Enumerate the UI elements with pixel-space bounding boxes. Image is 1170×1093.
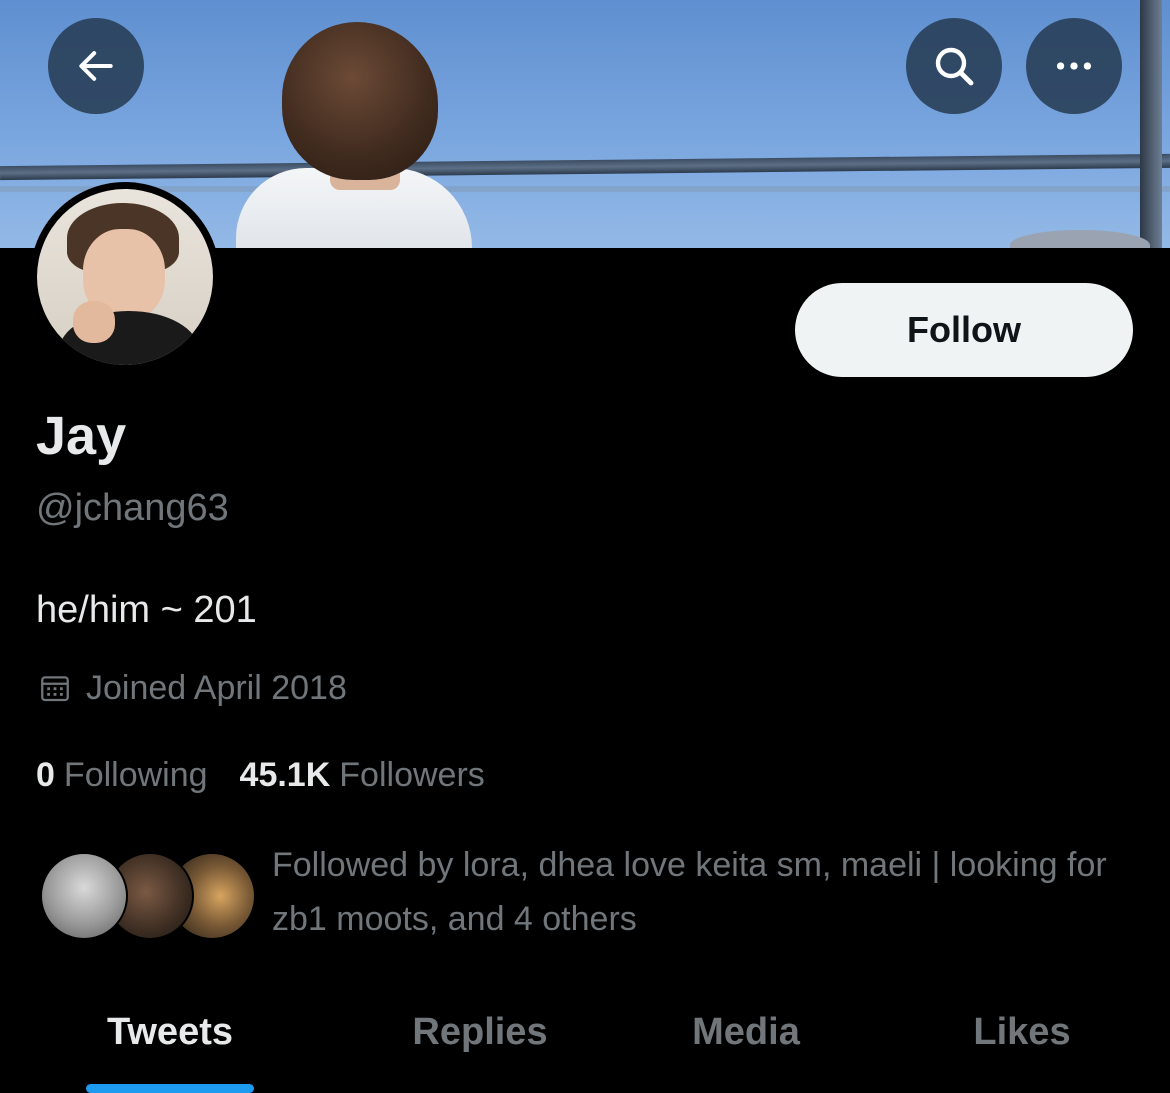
banner-railing-shadow (0, 186, 1170, 192)
active-tab-indicator (86, 1084, 254, 1093)
more-options-button[interactable] (1026, 18, 1122, 114)
tab-likes[interactable]: Likes (912, 1000, 1132, 1064)
tab-tweets[interactable]: Tweets (60, 1000, 280, 1064)
avatar-hand (73, 301, 115, 343)
followers-label: Followers (339, 755, 485, 794)
tab-media[interactable]: Media (636, 1000, 856, 1064)
banner-mountain (1010, 230, 1150, 248)
following-link[interactable]: 0 Following (36, 756, 208, 795)
search-button[interactable] (906, 18, 1002, 114)
user-handle: @jchang63 (36, 487, 229, 529)
followed-by-text[interactable]: Followed by lora, dhea love keita sm, ma… (272, 838, 1142, 946)
banner-person-head (282, 22, 438, 180)
follow-button[interactable]: Follow (795, 283, 1133, 377)
display-name: Jay (36, 406, 127, 466)
banner-window-frame (1140, 0, 1162, 248)
avatar-image (37, 189, 213, 365)
followers-you-know-avatars[interactable] (40, 852, 256, 940)
more-icon (1056, 62, 1092, 70)
back-button[interactable] (48, 18, 144, 114)
joined-date: Joined April 2018 (38, 664, 347, 712)
profile-bio: he/him ~ 201 (36, 589, 257, 631)
follower-avatar (40, 852, 128, 940)
following-count: 0 (36, 755, 55, 794)
joined-date-text: Joined April 2018 (86, 668, 347, 707)
banner-railing (0, 153, 1170, 181)
tab-replies[interactable]: Replies (370, 1000, 590, 1064)
following-label: Following (63, 755, 208, 794)
profile-tabs: Tweets Replies Media Likes (0, 990, 1170, 1093)
back-arrow-icon (79, 51, 113, 81)
follow-stats: 0 Following 45.1K Followers (36, 752, 485, 798)
followers-link[interactable]: 45.1K Followers (240, 756, 485, 795)
calendar-icon (38, 671, 72, 705)
search-icon (935, 47, 974, 86)
profile-avatar[interactable] (30, 182, 220, 372)
followers-count: 45.1K (239, 755, 331, 794)
